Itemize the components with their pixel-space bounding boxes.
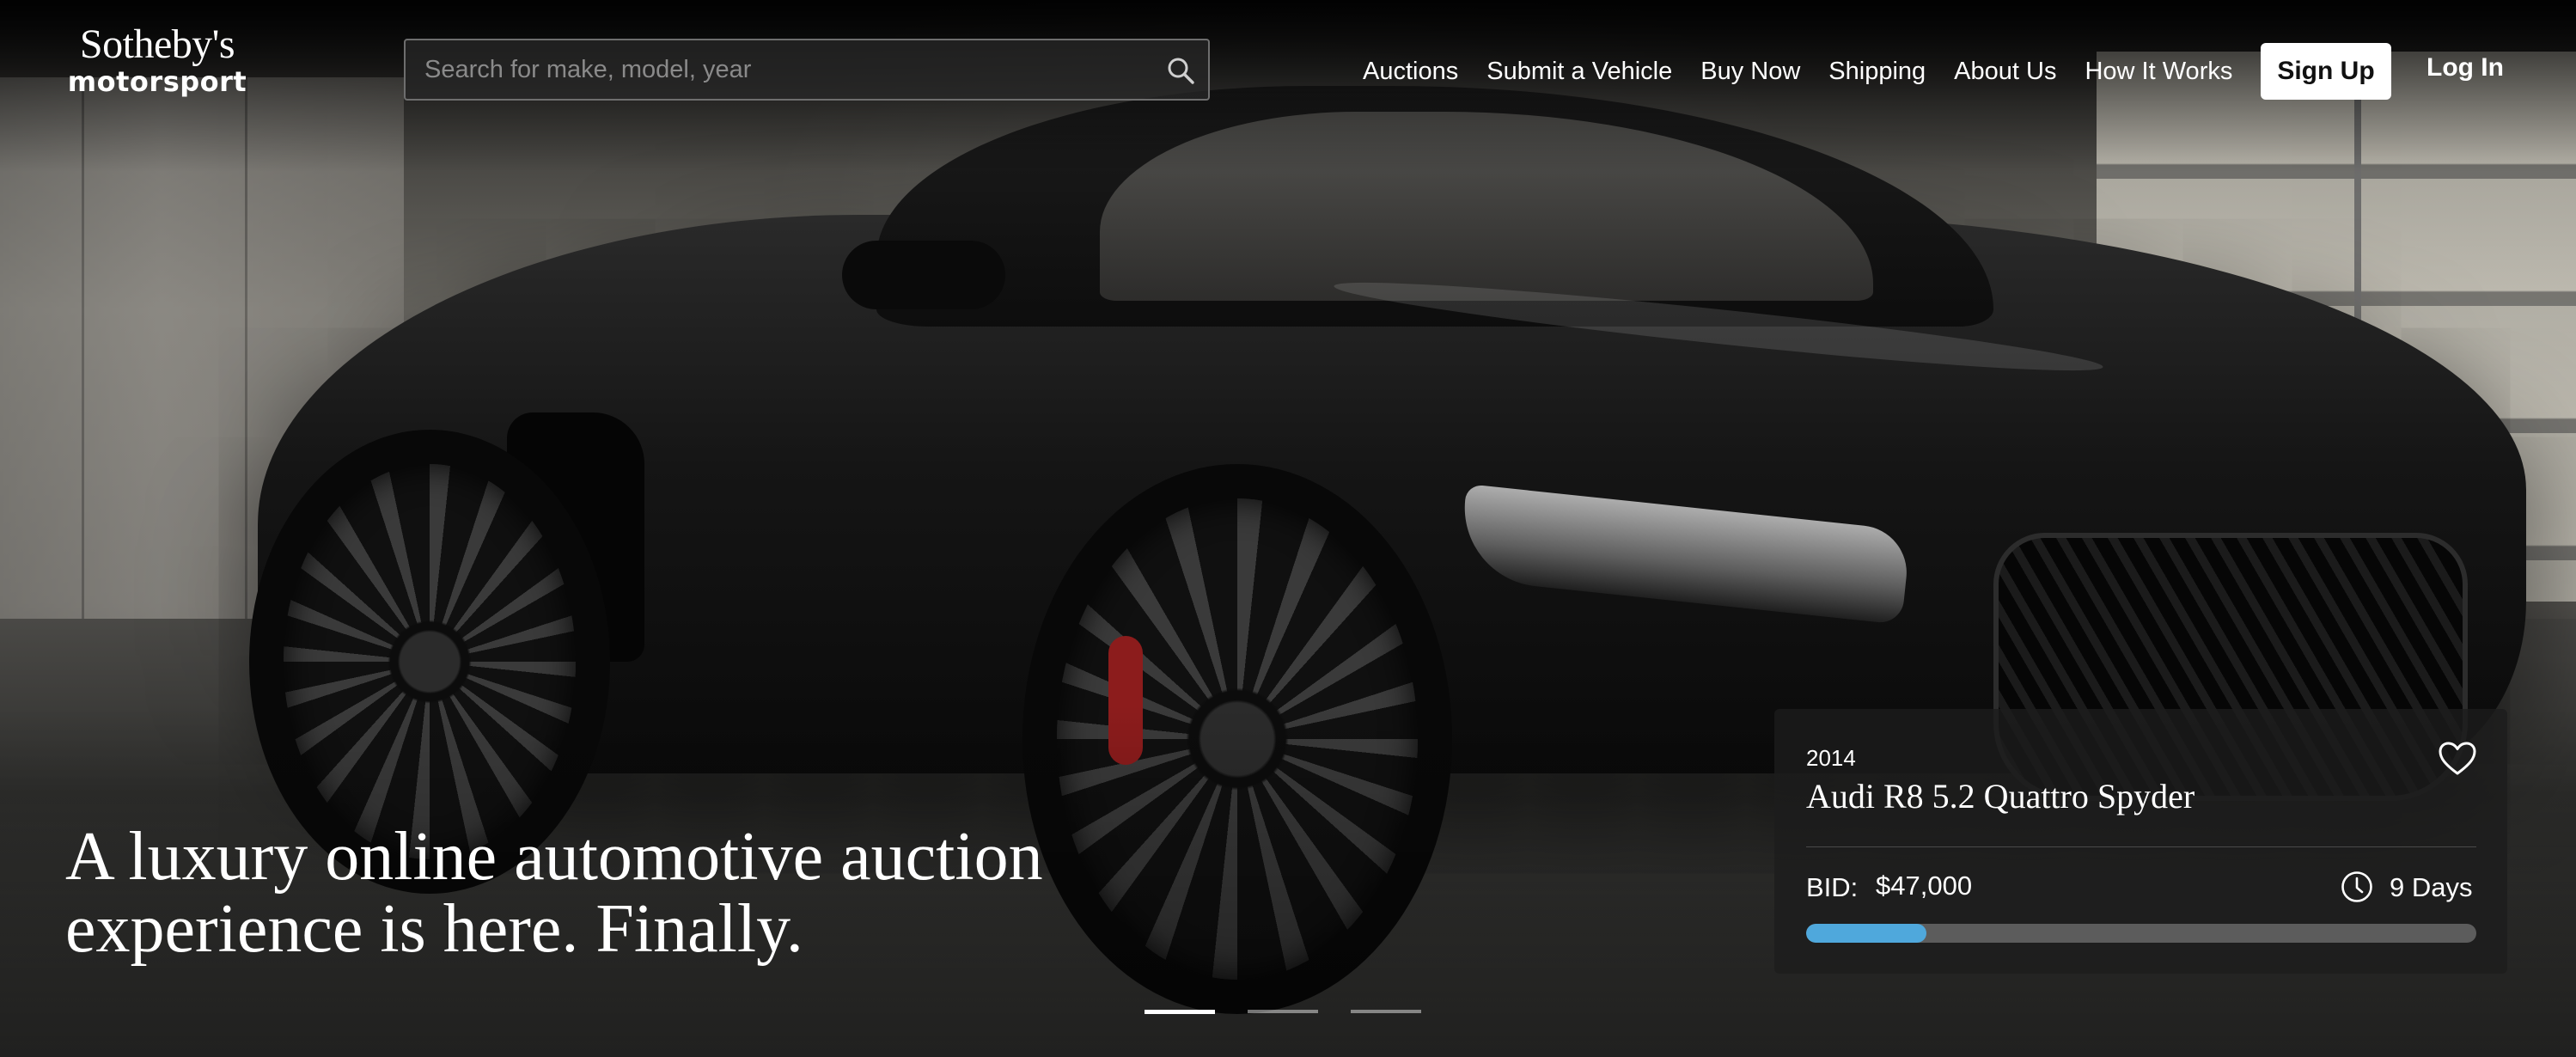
nav-buy-now[interactable]: Buy Now	[1700, 58, 1800, 86]
nav-shipping[interactable]: Shipping	[1828, 58, 1926, 86]
car-mirror	[842, 241, 1005, 309]
logo-line-2: motorsport	[67, 65, 247, 98]
search-bar	[404, 39, 1210, 101]
bid-amount: $47,000	[1876, 871, 1973, 901]
listing-title: Audi R8 5.2 Quattro Spyder	[1806, 777, 2195, 816]
main-nav: Auctions Submit a Vehicle Buy Now Shippi…	[1363, 41, 2261, 101]
auction-progress-fill	[1806, 924, 1927, 943]
clock-icon	[2341, 871, 2372, 902]
listing-year: 2014	[1806, 745, 1856, 771]
nav-auctions[interactable]: Auctions	[1363, 58, 1458, 86]
nav-about-us[interactable]: About Us	[1954, 58, 2056, 86]
carousel-dot-3[interactable]	[1351, 1010, 1421, 1013]
nav-submit-vehicle[interactable]: Submit a Vehicle	[1486, 58, 1672, 86]
sothebys-motorsport-logo[interactable]: Sotheby's motorsport	[67, 21, 247, 99]
carousel-dot-2[interactable]	[1248, 1010, 1318, 1013]
log-in-link[interactable]: Log In	[2426, 53, 2504, 82]
search-input[interactable]	[406, 40, 1145, 99]
search-icon[interactable]	[1165, 55, 1196, 86]
auction-progress-bar	[1806, 924, 2476, 943]
bid-label: BID:	[1806, 872, 1859, 902]
nav-how-it-works[interactable]: How It Works	[2085, 58, 2232, 86]
carousel-dot-1[interactable]	[1145, 1010, 1215, 1014]
logo-line-1: Sotheby's	[79, 21, 235, 67]
sign-up-button[interactable]: Sign Up	[2261, 43, 2391, 100]
time-remaining: 9 Days	[2390, 872, 2473, 902]
listing-card[interactable]: 2014 Audi R8 5.2 Quattro Spyder BID: $47…	[1774, 709, 2507, 974]
card-divider	[1806, 846, 2476, 847]
hero-headline: A luxury online automotive auction exper…	[65, 819, 1043, 967]
heart-icon[interactable]	[2438, 741, 2477, 777]
